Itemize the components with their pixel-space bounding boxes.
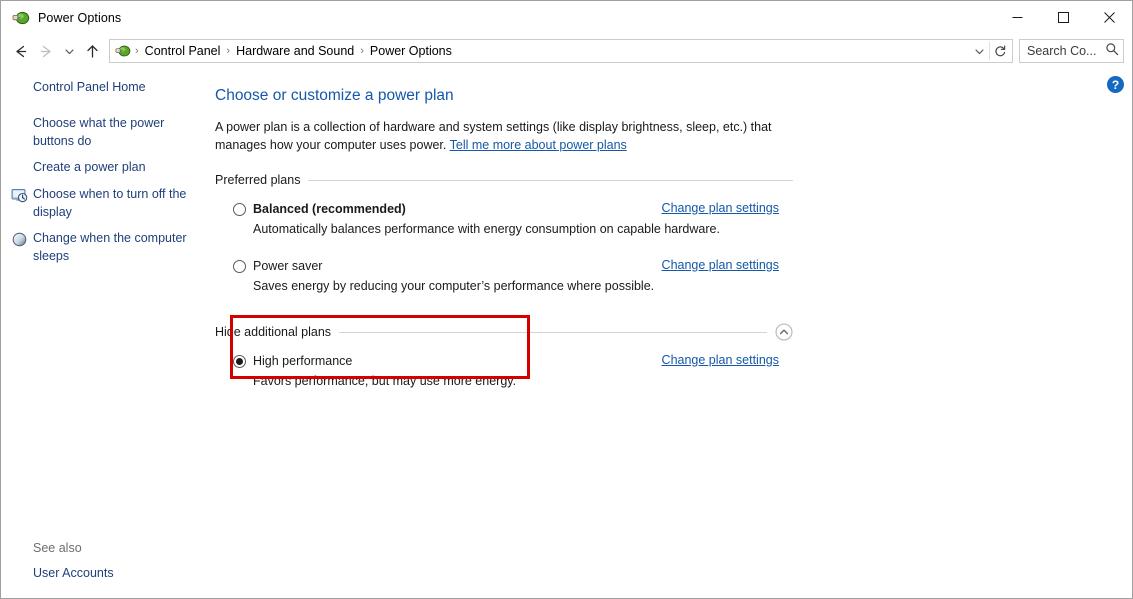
plan-description: Saves energy by reducing your computer’s…	[253, 278, 655, 293]
preferred-plans-header: Preferred plans	[215, 172, 793, 189]
back-arrow-icon[interactable]	[7, 38, 33, 64]
title-bar-left: Power Options	[1, 9, 121, 27]
hide-additional-plans-header: Hide additional plans	[215, 323, 793, 341]
see-also-label: See also	[33, 541, 82, 555]
see-also-section: See also User Accounts	[1, 541, 213, 580]
address-power-plug-battery-icon	[115, 43, 131, 59]
address-dropdown-chevron-down-icon[interactable]	[969, 40, 989, 62]
sidebar-item-label: Change when the computer sleeps	[33, 231, 187, 263]
sidebar-item-label: Choose when to turn off the display	[33, 187, 187, 219]
recent-locations-chevron-down-icon[interactable]	[59, 38, 79, 64]
radio-power-saver[interactable]	[233, 259, 246, 273]
radio-high-performance[interactable]	[233, 354, 246, 368]
main-panel: ? Choose or customize a power plan A pow…	[213, 68, 1132, 598]
sidebar-item-control-panel-home[interactable]: Control Panel Home	[1, 78, 213, 97]
sidebar-item-choose-power-buttons[interactable]: Choose what the power buttons do	[1, 114, 213, 150]
group-divider	[339, 331, 767, 333]
plan-description: Automatically balances performance with …	[253, 221, 720, 236]
plan-description: Favors performance, but may use more ene…	[253, 373, 517, 388]
sidebar: Control Panel Home Choose what the power…	[1, 68, 213, 598]
see-also-item-user-accounts[interactable]: User Accounts	[33, 566, 203, 580]
forward-arrow-icon	[33, 38, 59, 64]
page-description: A power plan is a collection of hardware…	[213, 118, 798, 155]
maximize-button[interactable]	[1040, 1, 1086, 33]
content-area: Control Panel Home Choose what the power…	[1, 68, 1132, 598]
plan-name: Balanced (recommended)	[253, 201, 406, 216]
breadcrumb-power-options[interactable]: Power Options	[365, 43, 457, 59]
chevron-up-circle-icon[interactable]	[775, 323, 793, 341]
sidebar-item-computer-sleeps[interactable]: Change when the computer sleeps	[1, 229, 213, 265]
window-controls	[994, 1, 1132, 33]
sleep-moon-icon	[11, 231, 28, 248]
radio-balanced[interactable]	[233, 202, 246, 216]
minimize-button[interactable]	[994, 1, 1040, 33]
group-divider	[308, 179, 793, 181]
plan-row-power-saver[interactable]: Power saver Saves energy by reducing you…	[215, 258, 793, 295]
help-button[interactable]: ?	[1107, 76, 1124, 93]
power-plug-battery-icon	[12, 9, 30, 27]
preferred-plans-group: Preferred plans Balanced (recommended) A…	[215, 172, 793, 295]
search-icon	[1105, 42, 1119, 61]
sidebar-item-label: Choose what the power buttons do	[33, 116, 165, 148]
change-plan-settings-power-saver[interactable]: Change plan settings	[662, 258, 779, 272]
title-bar: Power Options	[1, 1, 1132, 34]
breadcrumb-hardware-and-sound[interactable]: Hardware and Sound	[231, 43, 359, 59]
plan-row-balanced[interactable]: Balanced (recommended) Automatically bal…	[215, 201, 793, 238]
monitor-clock-icon	[11, 187, 28, 204]
search-control-panel-box[interactable]: Search Co...	[1019, 39, 1124, 63]
sidebar-item-label: Control Panel Home	[33, 80, 146, 94]
window-title: Power Options	[38, 10, 122, 25]
refresh-icon[interactable]	[990, 40, 1010, 62]
address-bar[interactable]: › Control Panel › Hardware and Sound › P…	[109, 39, 1013, 63]
sidebar-item-create-power-plan[interactable]: Create a power plan	[1, 158, 213, 177]
up-arrow-icon[interactable]	[79, 38, 105, 64]
page-title: Choose or customize a power plan	[215, 87, 454, 104]
tell-me-more-link[interactable]: Tell me more about power plans	[450, 138, 627, 152]
search-input[interactable]: Search Co...	[1027, 44, 1105, 58]
navigation-bar: › Control Panel › Hardware and Sound › P…	[1, 34, 1132, 68]
power-options-window: Power Options › Control Panel › Hardware…	[0, 0, 1133, 599]
close-button[interactable]	[1086, 1, 1132, 33]
plan-row-high-performance[interactable]: High performance Favors performance, but…	[215, 353, 793, 390]
additional-plans-group: Hide additional plans High performance F…	[215, 323, 793, 390]
plan-name: High performance	[253, 353, 353, 368]
group-title: Preferred plans	[215, 173, 301, 187]
breadcrumb-control-panel[interactable]: Control Panel	[140, 43, 226, 59]
plan-name: Power saver	[253, 258, 323, 273]
group-title: Hide additional plans	[215, 325, 332, 339]
sidebar-item-turn-off-display[interactable]: Choose when to turn off the display	[1, 185, 213, 221]
change-plan-settings-high-performance[interactable]: Change plan settings	[662, 353, 779, 367]
change-plan-settings-balanced[interactable]: Change plan settings	[662, 201, 779, 215]
sidebar-item-label: Create a power plan	[33, 160, 146, 174]
